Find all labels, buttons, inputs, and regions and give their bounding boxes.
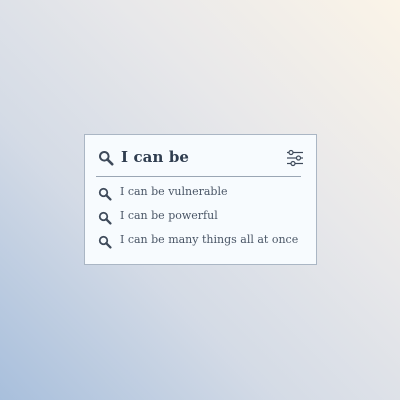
suggestion-list: I can be vulnerable I can be powerful I …	[85, 181, 316, 253]
search-icon	[98, 150, 114, 166]
filter-settings-button[interactable]	[286, 149, 304, 167]
suggestion-item[interactable]: I can be vulnerable	[85, 181, 316, 205]
search-panel: I can be I can be vulnerable I can be po…	[84, 134, 317, 265]
suggestion-item[interactable]: I can be powerful	[85, 205, 316, 229]
suggestion-label: I can be powerful	[120, 209, 218, 222]
suggestion-item[interactable]: I can be many things all at once	[85, 229, 316, 253]
sliders-icon	[287, 149, 303, 167]
suggestion-label: I can be vulnerable	[120, 185, 228, 198]
search-icon	[98, 186, 112, 201]
search-icon	[98, 210, 112, 225]
suggestion-label: I can be many things all at once	[120, 233, 299, 246]
search-icon	[98, 234, 112, 249]
search-input[interactable]: I can be	[121, 148, 189, 166]
divider	[96, 176, 301, 177]
search-bar[interactable]: I can be	[85, 135, 316, 177]
